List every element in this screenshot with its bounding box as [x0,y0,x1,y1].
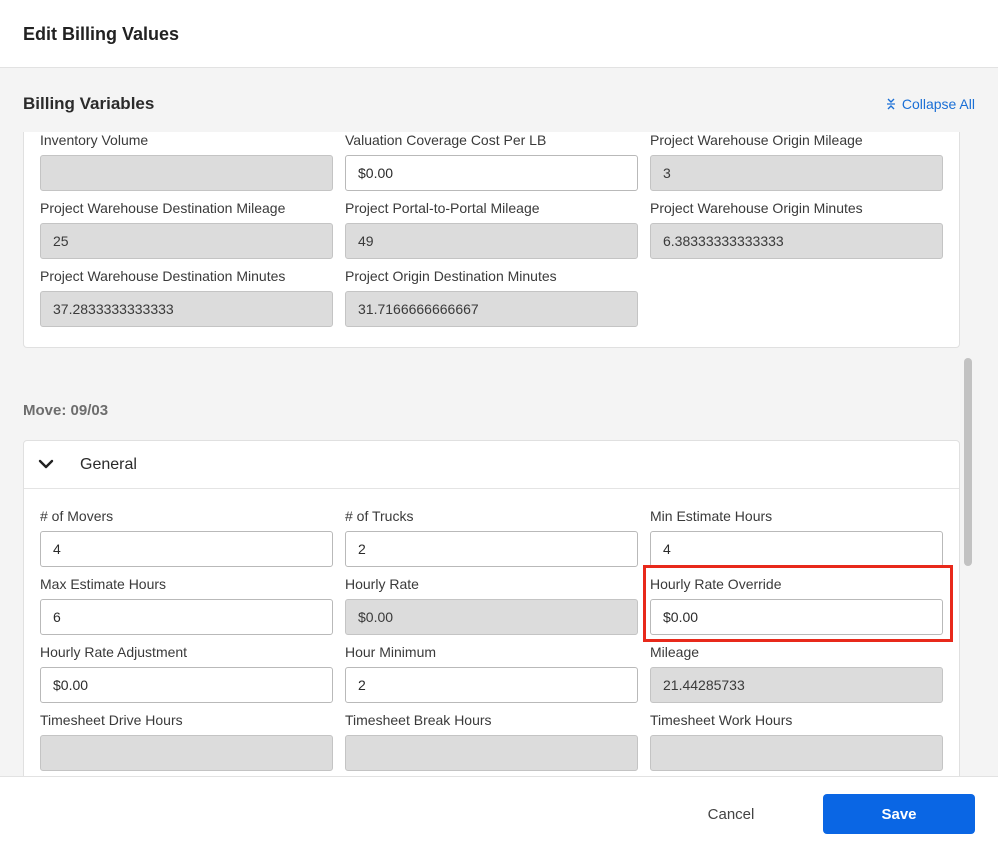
warehouse-origin-mileage-input[interactable] [650,155,943,191]
trucks-label: # of Trucks [345,508,414,524]
modal-body[interactable]: Billing Variables Collapse All Inventory… [0,68,998,776]
origin-destination-minutes-label: Project Origin Destination Minutes [345,268,557,284]
movers-input[interactable] [40,531,333,567]
inventory-volume-input[interactable] [40,155,333,191]
movers-label: # of Movers [40,508,114,524]
general-title: General [80,456,137,473]
timesheet-break-hours-input[interactable] [345,735,638,771]
timesheet-break-hours-label: Timesheet Break Hours [345,712,492,728]
hourly-rate-override-input[interactable] [650,599,943,635]
valuation-coverage-cost-input[interactable] [345,155,638,191]
mileage-input[interactable] [650,667,943,703]
vertical-scrollbar[interactable] [964,358,972,766]
hourly-rate-override-label: Hourly Rate Override [650,576,782,592]
modal-header: Edit Billing Values [0,0,998,68]
cancel-button[interactable]: Cancel [690,794,772,834]
move-date-label: Move: 09/03 [23,402,109,419]
inventory-volume-label: Inventory Volume [40,132,149,148]
max-estimate-hours-label: Max Estimate Hours [40,576,167,592]
chevron-down-icon [38,457,54,475]
trucks-input[interactable] [345,531,638,567]
general-panel: General # of Movers # of Trucks Min Esti… [23,440,960,776]
warehouse-destination-mileage-label: Project Warehouse Destination Mileage [40,200,286,216]
collapse-icon [886,98,896,110]
save-button[interactable]: Save [823,794,975,834]
max-estimate-hours-input[interactable] [40,599,333,635]
timesheet-drive-hours-label: Timesheet Drive Hours [40,712,183,728]
valuation-coverage-cost-label: Valuation Coverage Cost Per LB [345,132,547,148]
warehouse-origin-mileage-label: Project Warehouse Origin Mileage [650,132,863,148]
warehouse-destination-mileage-input[interactable] [40,223,333,259]
collapse-all-label: Collapse All [901,96,975,112]
edit-billing-values-modal: Edit Billing Values Billing Variables Co… [0,0,998,854]
timesheet-work-hours-label: Timesheet Work Hours [650,712,793,728]
min-estimate-hours-input[interactable] [650,531,943,567]
timesheet-work-hours-input[interactable] [650,735,943,771]
portal-to-portal-mileage-input[interactable] [345,223,638,259]
general-section-toggle[interactable]: General [24,441,959,489]
billing-variables-panel: Inventory Volume Valuation Coverage Cost… [23,132,960,348]
modal-title: Edit Billing Values [23,24,180,44]
scrollbar-thumb[interactable] [964,358,972,566]
billing-variables-header: Billing Variables Collapse All [0,68,998,132]
warehouse-destination-minutes-input[interactable] [40,291,333,327]
hourly-rate-adjustment-input[interactable] [40,667,333,703]
origin-destination-minutes-input[interactable] [345,291,638,327]
billing-variables-title: Billing Variables [23,94,155,113]
mileage-label: Mileage [650,644,700,660]
hourly-rate-adjustment-label: Hourly Rate Adjustment [40,644,188,660]
portal-to-portal-mileage-label: Project Portal-to-Portal Mileage [345,200,540,216]
warehouse-origin-minutes-label: Project Warehouse Origin Minutes [650,200,863,216]
hourly-rate-label: Hourly Rate [345,576,419,592]
modal-footer: Cancel Save [0,776,998,854]
warehouse-destination-minutes-label: Project Warehouse Destination Minutes [40,268,286,284]
hour-minimum-label: Hour Minimum [345,644,437,660]
warehouse-origin-minutes-input[interactable] [650,223,943,259]
hour-minimum-input[interactable] [345,667,638,703]
hourly-rate-input[interactable] [345,599,638,635]
collapse-all-button[interactable]: Collapse All [886,96,975,112]
timesheet-drive-hours-input[interactable] [40,735,333,771]
min-estimate-hours-label: Min Estimate Hours [650,508,773,524]
